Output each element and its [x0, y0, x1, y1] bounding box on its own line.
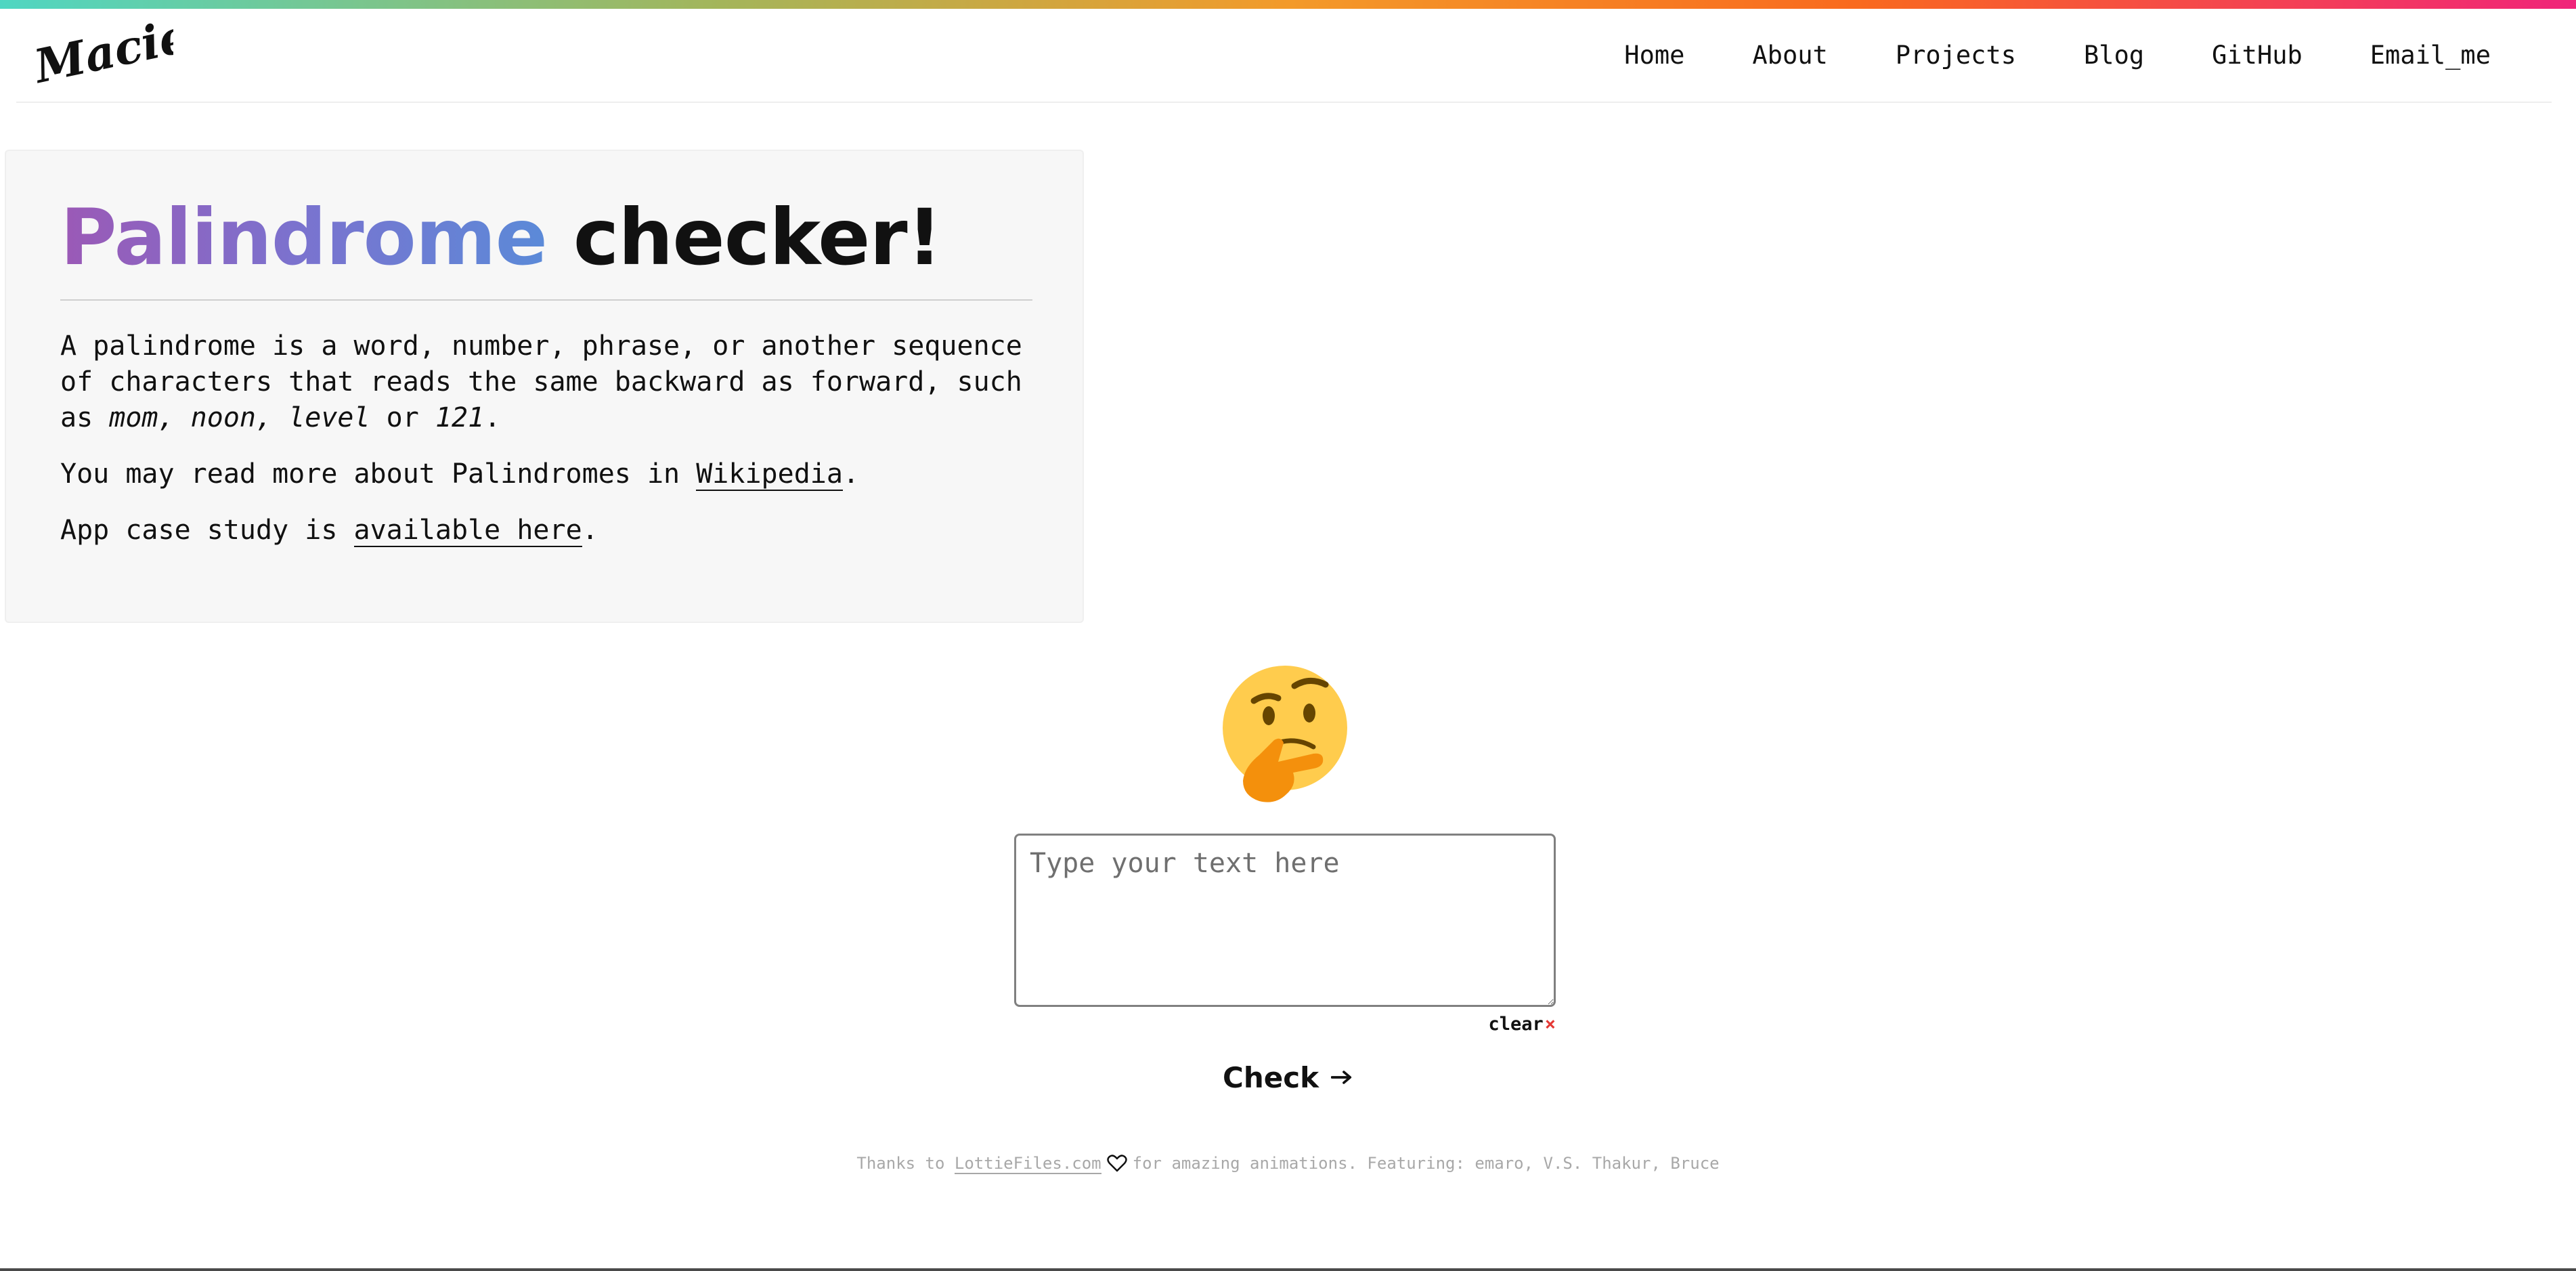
- nav-blog[interactable]: Blog: [2084, 41, 2144, 70]
- footer-credits: Thanks to LottieFiles.com for amazing ani…: [0, 1154, 2576, 1174]
- title-rest: checker!: [573, 192, 942, 282]
- check-button[interactable]: Check: [1223, 1057, 1353, 1098]
- wikipedia-period: .: [842, 458, 860, 490]
- examples-join: or: [386, 402, 419, 433]
- footer-thanks-prefix: Thanks to: [856, 1154, 945, 1173]
- case-study-paragraph: App case study is available here.: [60, 513, 1049, 548]
- intro-body: A palindrome is a word, number, phrase, …: [60, 328, 1049, 569]
- nav-about[interactable]: About: [1752, 41, 1827, 70]
- nav-home[interactable]: Home: [1624, 41, 1684, 70]
- wikipedia-paragraph: You may read more about Palindromes in W…: [60, 456, 1049, 492]
- heart-icon: [1106, 1155, 1127, 1172]
- nav-projects[interactable]: Projects: [1896, 41, 2016, 70]
- wikipedia-lead: You may read more about Palindromes in: [60, 458, 680, 490]
- examples-text: mom, noon, level: [109, 402, 370, 433]
- nav-email[interactable]: Email_me: [2370, 41, 2491, 70]
- clear-button[interactable]: clear×: [1488, 1014, 1556, 1035]
- arrow-right-icon: [1331, 1071, 1352, 1084]
- logo-text: Maciej: [31, 13, 173, 91]
- clear-x-icon: ×: [1544, 1014, 1556, 1035]
- thinking-face-icon: [1223, 666, 1347, 802]
- navbar: Maciej Home About Projects Blog GitHub E…: [16, 9, 2552, 103]
- case-study-period: .: [582, 515, 598, 546]
- example-number: 121: [435, 402, 485, 433]
- definition-paragraph: A palindrome is a word, number, phrase, …: [60, 328, 1049, 436]
- bottom-border: [0, 1268, 2576, 1271]
- clear-label: clear: [1488, 1014, 1544, 1035]
- title-highlight: Palindrome: [60, 192, 548, 282]
- wikipedia-link[interactable]: Wikipedia: [696, 458, 843, 491]
- case-study-lead: App case study is: [60, 515, 338, 546]
- definition-period: .: [484, 402, 501, 433]
- case-study-link[interactable]: available here: [353, 515, 582, 547]
- nav-github[interactable]: GitHub: [2212, 41, 2302, 70]
- intro-card: Palindrome checker! A palindrome is a wo…: [5, 150, 1084, 623]
- maciej-logo[interactable]: Maciej: [31, 13, 173, 91]
- title-divider: [60, 299, 1032, 301]
- check-label: Check: [1223, 1060, 1319, 1094]
- main-nav: Home About Projects Blog GitHub Email_me: [1556, 9, 2491, 102]
- footer-thanks-suffix: for amazing animations. Featuring: emaro…: [1132, 1154, 1720, 1173]
- palindrome-text-input[interactable]: [1014, 834, 1556, 1007]
- page-title: Palindrome checker!: [60, 192, 942, 284]
- lottiefiles-link[interactable]: LottieFiles.com: [954, 1154, 1101, 1174]
- top-gradient-bar: [0, 0, 2576, 9]
